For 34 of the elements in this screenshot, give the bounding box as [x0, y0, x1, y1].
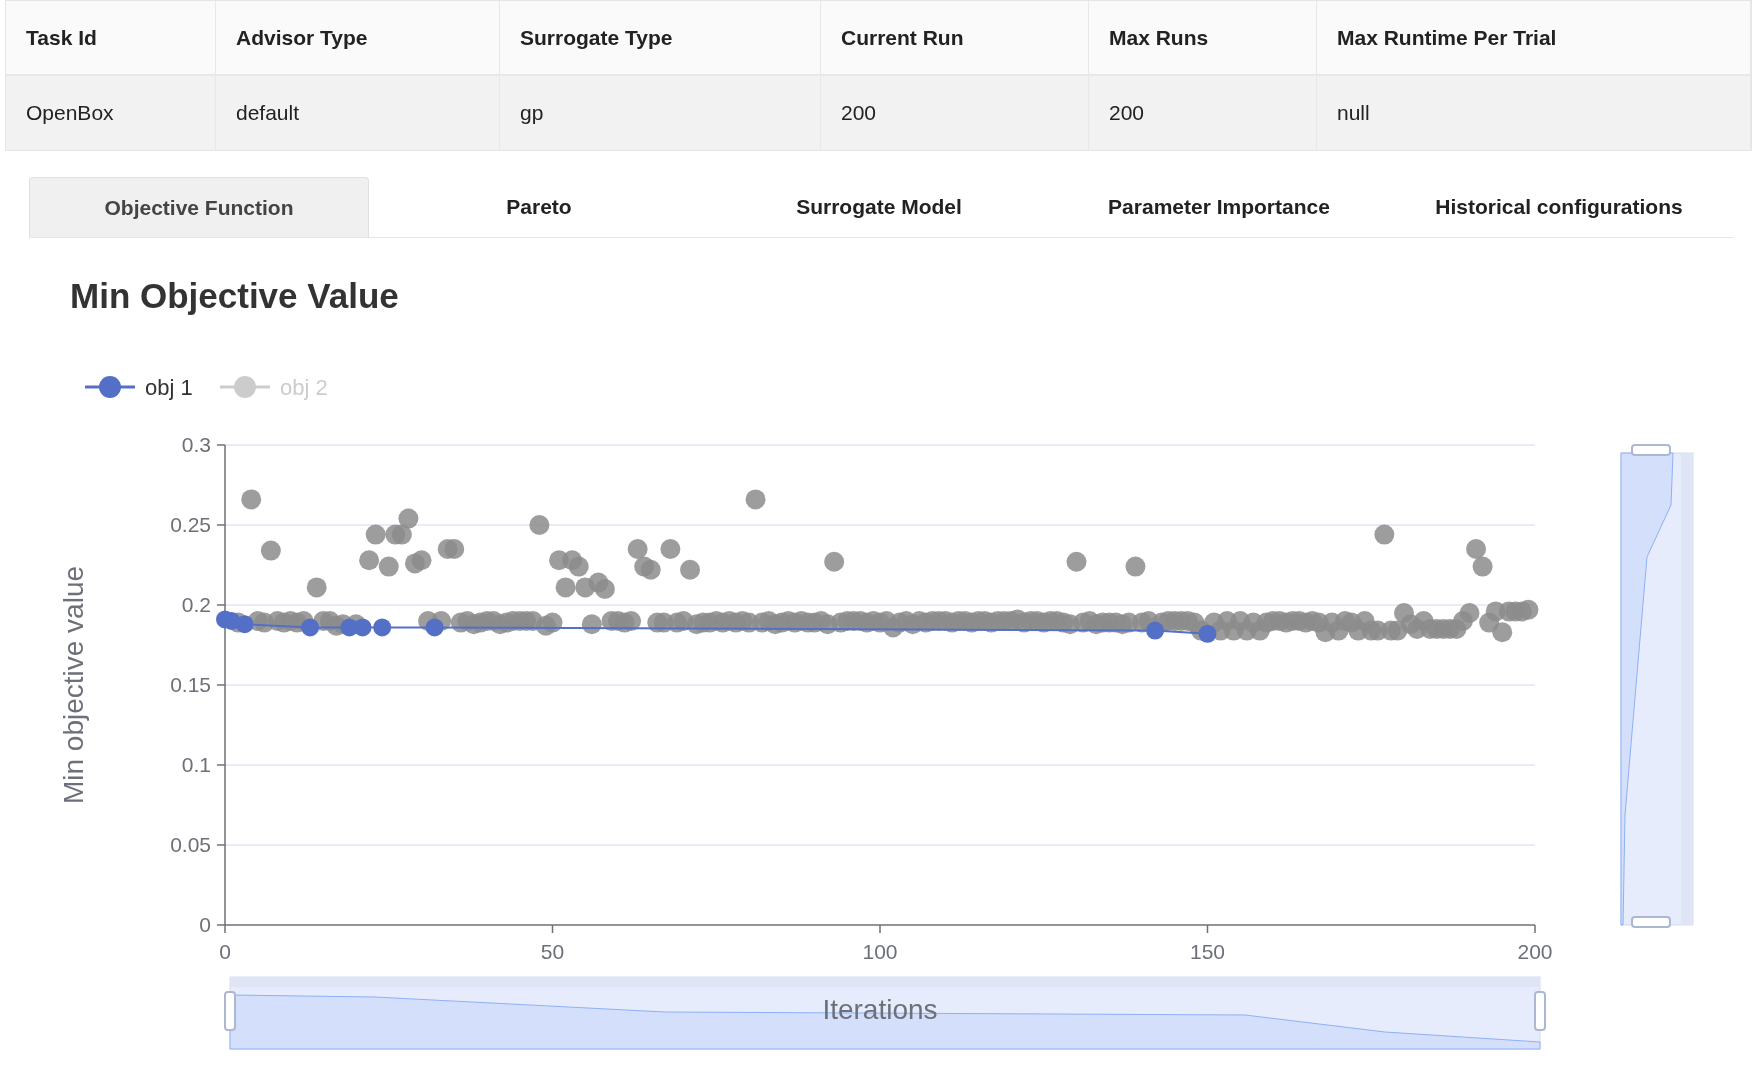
tick-label: 0.1	[181, 753, 211, 776]
tab[interactable]: Pareto	[369, 177, 709, 237]
tick-label: 0.2	[181, 593, 211, 616]
table-cell: OpenBox	[6, 76, 216, 150]
column-header: Current Run	[821, 1, 1089, 74]
tick-label: 0.05	[170, 833, 211, 856]
column-header: Surrogate Type	[500, 1, 821, 74]
axis-title: Iterations	[822, 994, 938, 1025]
table-cell: 200	[821, 76, 1089, 150]
table-cell: 200	[1089, 76, 1317, 150]
tab[interactable]: Parameter Importance	[1049, 177, 1389, 237]
column-header: Max Runtime Per Trial	[1317, 1, 1751, 74]
axis-title: Min objective value	[58, 565, 89, 805]
column-header: Task Id	[6, 1, 216, 74]
legend-label: obj 1	[145, 375, 193, 400]
tick-label: 0.3	[181, 433, 211, 456]
column-header: Max Runs	[1089, 1, 1317, 74]
table-cell: default	[216, 76, 500, 150]
tab[interactable]: Objective Function	[29, 177, 369, 237]
tick-label: 150	[1190, 940, 1225, 963]
panel-title: Min Objective Value	[70, 278, 400, 313]
tick-label: 200	[1517, 940, 1553, 963]
table-cell: gp	[500, 76, 821, 150]
tick-label: 0.25	[170, 513, 211, 536]
tick-label: 0	[199, 913, 211, 936]
column-header: Advisor Type	[216, 1, 500, 74]
tick-label: 0	[219, 940, 231, 963]
tick-label: 0.15	[170, 673, 211, 696]
tick-label: 50	[540, 940, 565, 963]
tab[interactable]: Historical configurations	[1389, 177, 1729, 237]
tab[interactable]: Surrogate Model	[709, 177, 1049, 237]
legend-item[interactable]: obj 1	[85, 375, 193, 400]
table-cell: null	[1317, 76, 1751, 150]
tick-label: 100	[862, 940, 898, 963]
